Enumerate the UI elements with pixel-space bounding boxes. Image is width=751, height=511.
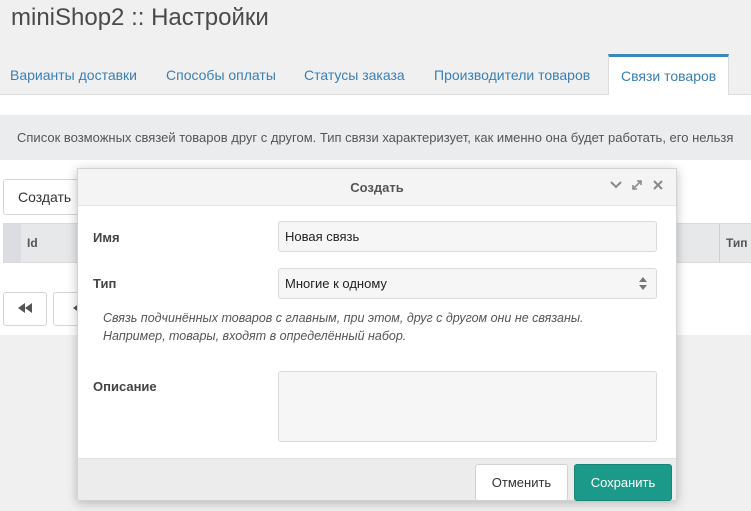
save-button[interactable]: Сохранить [574,464,672,501]
cancel-button[interactable]: Отменить [475,464,568,501]
description-label: Описание [93,379,157,394]
tab-delivery[interactable]: Варианты доставки [10,54,137,95]
type-label: Тип [93,276,117,291]
type-select-value: Многие к одному [285,276,387,291]
grid-column-id[interactable]: Id [27,224,38,262]
settings-tabs: Варианты доставки Способы оплаты Статусы… [0,54,751,96]
dialog-title: Создать [350,180,404,195]
type-hint-line1: Связь подчинённых товаров с главным, при… [103,311,584,325]
tab-order-statuses[interactable]: Статусы заказа [304,54,405,95]
maximize-icon[interactable] [629,178,645,196]
create-link-dialog: Создать Имя Тип Многие к одному Связ [77,168,677,501]
collapse-icon[interactable] [608,178,624,196]
type-hint: Связь подчинённых товаров с главным, при… [103,309,643,345]
name-label: Имя [93,230,120,245]
close-icon[interactable] [650,178,666,196]
first-page-button[interactable] [3,292,47,326]
dialog-header[interactable]: Создать [78,169,676,206]
grid-column-type[interactable]: Тип [719,224,751,262]
page-title: miniShop2 :: Настройки [11,4,269,31]
name-input[interactable] [278,221,657,252]
description-textarea[interactable] [278,371,657,442]
dialog-footer: Отменить Сохранить [78,458,676,501]
tab-vendors[interactable]: Производители товаров [434,54,590,95]
type-hint-line2: Например, товары, входят в определённый … [103,329,407,343]
type-select[interactable]: Многие к одному [278,268,657,299]
tab-payment[interactable]: Способы оплаты [166,54,276,95]
grid-checker-column[interactable] [3,224,21,262]
tab-product-links[interactable]: Связи товаров [608,54,730,96]
select-arrows-icon [639,277,647,290]
panel-description: Список возможных связей товаров друг с д… [0,115,751,160]
first-page-icon [18,303,32,313]
